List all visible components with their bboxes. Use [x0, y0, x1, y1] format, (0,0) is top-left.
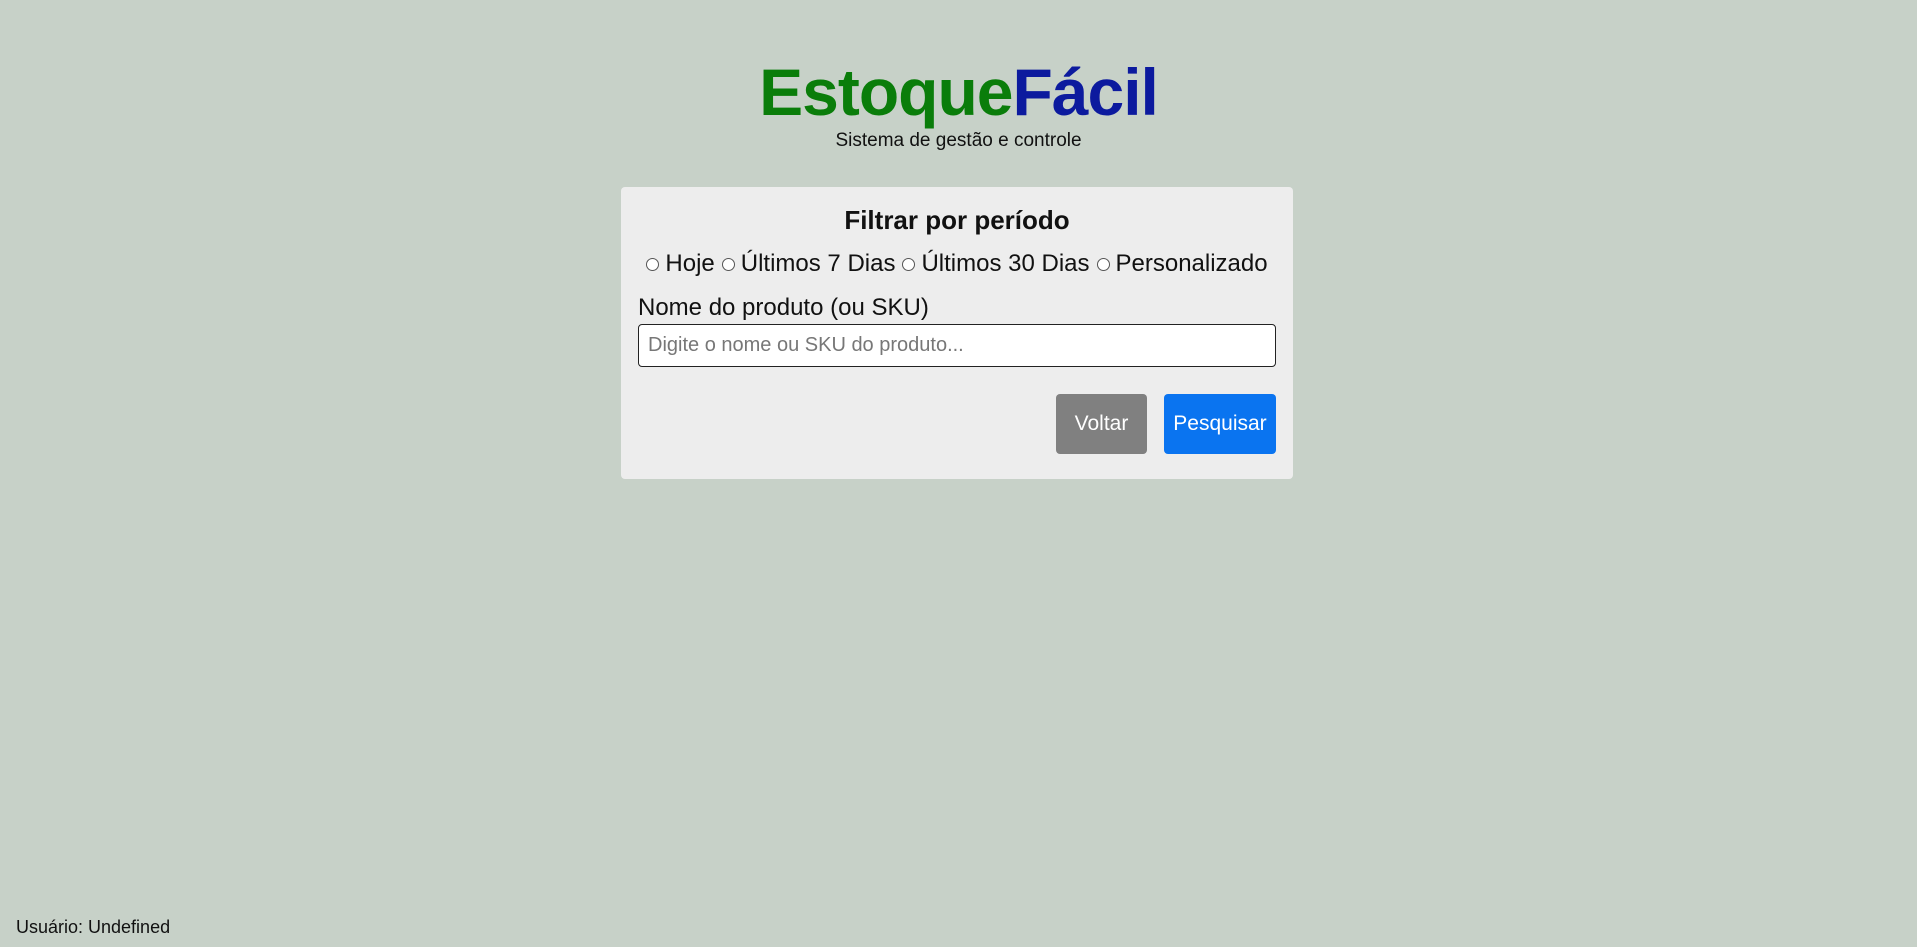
radio-option-custom[interactable]: Personalizado	[1096, 250, 1268, 278]
back-button[interactable]: Voltar	[1056, 394, 1147, 454]
current-user-label: Usuário: Undefined	[16, 917, 171, 937]
search-button[interactable]: Pesquisar	[1164, 394, 1276, 454]
radio-option-last-7-days[interactable]: Últimos 7 Dias	[721, 250, 896, 278]
radio-circle-icon[interactable]	[902, 257, 916, 271]
radio-option-last-30-days[interactable]: Últimos 30 Dias	[902, 250, 1090, 278]
filter-card: Filtrar por período Hoje Últimos 7 Dias …	[621, 187, 1293, 479]
radio-label: Últimos 30 Dias	[921, 250, 1090, 277]
app-subtitle: Sistema de gestão e controle	[835, 130, 1082, 151]
period-radio-group: Hoje Últimos 7 Dias Últimos 30 Dias Pers…	[638, 250, 1276, 278]
action-buttons: Voltar Pesquisar	[638, 394, 1276, 454]
radio-circle-icon[interactable]	[646, 257, 660, 271]
brand-header: EstoqueFácil Sistema de gestão e control…	[0, 56, 1917, 152]
radio-label: Últimos 7 Dias	[740, 250, 896, 277]
radio-label: Personalizado	[1115, 250, 1268, 277]
radio-option-today[interactable]: Hoje	[646, 250, 715, 278]
product-search-input[interactable]	[638, 324, 1276, 367]
radio-circle-icon[interactable]	[721, 257, 735, 271]
radio-circle-icon[interactable]	[1096, 257, 1110, 271]
product-field-label: Nome do produto (ou SKU)	[638, 294, 929, 321]
filter-title: Filtrar por período	[844, 205, 1070, 235]
app-title-part-2: Fácil	[1012, 55, 1158, 129]
app-title-part-1: Estoque	[759, 55, 1013, 129]
app-title: EstoqueFácil	[0, 56, 1917, 128]
radio-label: Hoje	[665, 250, 715, 277]
